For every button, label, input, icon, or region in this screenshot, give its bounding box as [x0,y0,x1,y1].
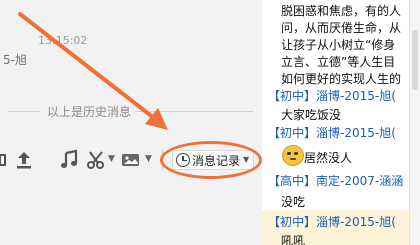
paragraph-line: 立言、立德”等人生目 [281,55,396,69]
toolbar-separator [162,150,163,170]
image-icon[interactable] [120,149,142,171]
sender-name: 5-旭 [3,53,27,67]
clock-icon [176,153,190,167]
scissors-icon[interactable] [86,149,106,171]
scissors-dropdown-icon[interactable]: ▼ [108,154,115,164]
divider-line-left [8,111,40,112]
message-text: 没吃 [281,195,306,209]
message-history-button[interactable]: 消息记录 ▼ [172,150,254,170]
partial-tool-icon[interactable] [0,149,8,171]
scrollbar-thumb[interactable] [412,30,418,90]
message-sender-tag[interactable]: 【高中】南定-2007-涵涵 [268,172,403,189]
image-dropdown-icon[interactable]: ▼ [145,154,152,164]
emoji-icon [282,145,304,166]
message-timestamp: 13:15:02 [38,34,88,47]
message-text: 大家吃饭没 [281,108,342,122]
history-button-label: 消息记录 [192,154,241,168]
divider-line-right [135,111,253,112]
history-message-panel: 脱困惑和焦虑，有的人 问，从而厌倦生命，从 让孩子从小树立“修身 立言、立德”等… [262,0,409,245]
message-text: 居然没人 [304,151,353,165]
paragraph-line: 如何更好的实现人生的 [281,72,402,86]
paragraph-line: 问，从而厌倦生命，从 [281,21,402,35]
upload-icon[interactable] [14,149,34,171]
message-text: 吼吼 [281,234,306,245]
chevron-down-icon[interactable]: ▼ [243,155,249,164]
music-icon[interactable] [59,149,79,171]
message-sender-tag[interactable]: 【初中】淄博-2015-旭( [268,87,396,104]
paragraph-line: 让孩子从小树立“修身 [281,38,396,52]
history-divider-text: 以上是历史消息 [47,105,132,119]
message-sender-tag[interactable]: 【初中】淄博-2015-旭( [268,213,396,230]
chat-window: 13:15:02 5-旭 以上是历史消息 ▼ ▼ 消息记录 ▼ [0,0,262,245]
message-sender-tag[interactable]: 【初中】淄博-2015-旭( [268,124,396,141]
scrollbar[interactable] [409,0,420,245]
paragraph-line: 脱困惑和焦虑，有的人 [281,4,402,18]
